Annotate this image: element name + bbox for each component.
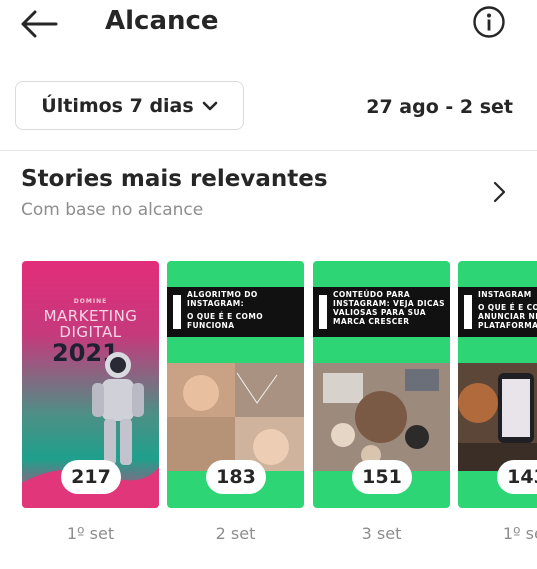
section-title[interactable]: Stories mais relevantes bbox=[21, 166, 328, 192]
story-banner: INSTAGRAM O QUE É E COMO ANUNCIAR NESSA … bbox=[458, 287, 537, 337]
reach-count-badge: 143 bbox=[497, 460, 537, 494]
stories-carousel[interactable]: DOMINE MARKETING DIGITAL 2021 217 1º set… bbox=[0, 258, 537, 558]
story-card[interactable]: INSTAGRAM O QUE É E COMO ANUNCIAR NESSA … bbox=[458, 261, 537, 508]
story-photo bbox=[313, 363, 450, 471]
story-date: 1º set bbox=[502, 524, 537, 543]
date-range-dropdown[interactable]: Últimos 7 dias bbox=[15, 81, 244, 130]
info-button[interactable] bbox=[472, 5, 506, 39]
story-photo bbox=[167, 363, 304, 471]
story-date: 2 set bbox=[215, 524, 256, 543]
top-bar: Alcance bbox=[0, 0, 537, 50]
story-banner: CONTEÚDO PARA INSTAGRAM: VEJA DICAS VALI… bbox=[313, 287, 450, 337]
story-headline: ALGORITMO DO INSTAGRAM: O QUE É E COMO F… bbox=[187, 290, 263, 330]
back-button[interactable] bbox=[20, 6, 60, 42]
story-banner: ALGORITMO DO INSTAGRAM: O QUE É E COMO F… bbox=[167, 287, 304, 337]
see-all-button[interactable] bbox=[488, 178, 512, 206]
arrow-left-icon bbox=[21, 10, 58, 38]
section-subtitle: Com base no alcance bbox=[21, 200, 204, 220]
chevron-down-icon bbox=[202, 101, 217, 110]
info-icon bbox=[473, 6, 505, 38]
reach-count-badge: 183 bbox=[206, 460, 266, 494]
story-date: 1º set bbox=[66, 524, 115, 543]
story-date: 3 set bbox=[361, 524, 402, 543]
reach-count-badge: 151 bbox=[352, 460, 412, 494]
story-headline: CONTEÚDO PARA INSTAGRAM: VEJA DICAS VALI… bbox=[333, 290, 445, 326]
date-range-selected: Últimos 7 dias bbox=[41, 94, 194, 117]
story-card[interactable]: DOMINE MARKETING DIGITAL 2021 217 bbox=[22, 261, 159, 508]
story-photo bbox=[458, 363, 537, 471]
story-headline: INSTAGRAM O QUE É E COMO ANUNCIAR NESSA … bbox=[478, 290, 537, 330]
date-range-label: 27 ago - 2 set bbox=[366, 96, 513, 118]
page-title: Alcance bbox=[105, 6, 219, 36]
divider bbox=[0, 150, 537, 151]
story-card[interactable]: ALGORITMO DO INSTAGRAM: O QUE É E COMO F… bbox=[167, 261, 304, 508]
reach-count-badge: 217 bbox=[61, 460, 121, 494]
chevron-right-icon bbox=[493, 181, 506, 203]
story-card[interactable]: CONTEÚDO PARA INSTAGRAM: VEJA DICAS VALI… bbox=[313, 261, 450, 508]
